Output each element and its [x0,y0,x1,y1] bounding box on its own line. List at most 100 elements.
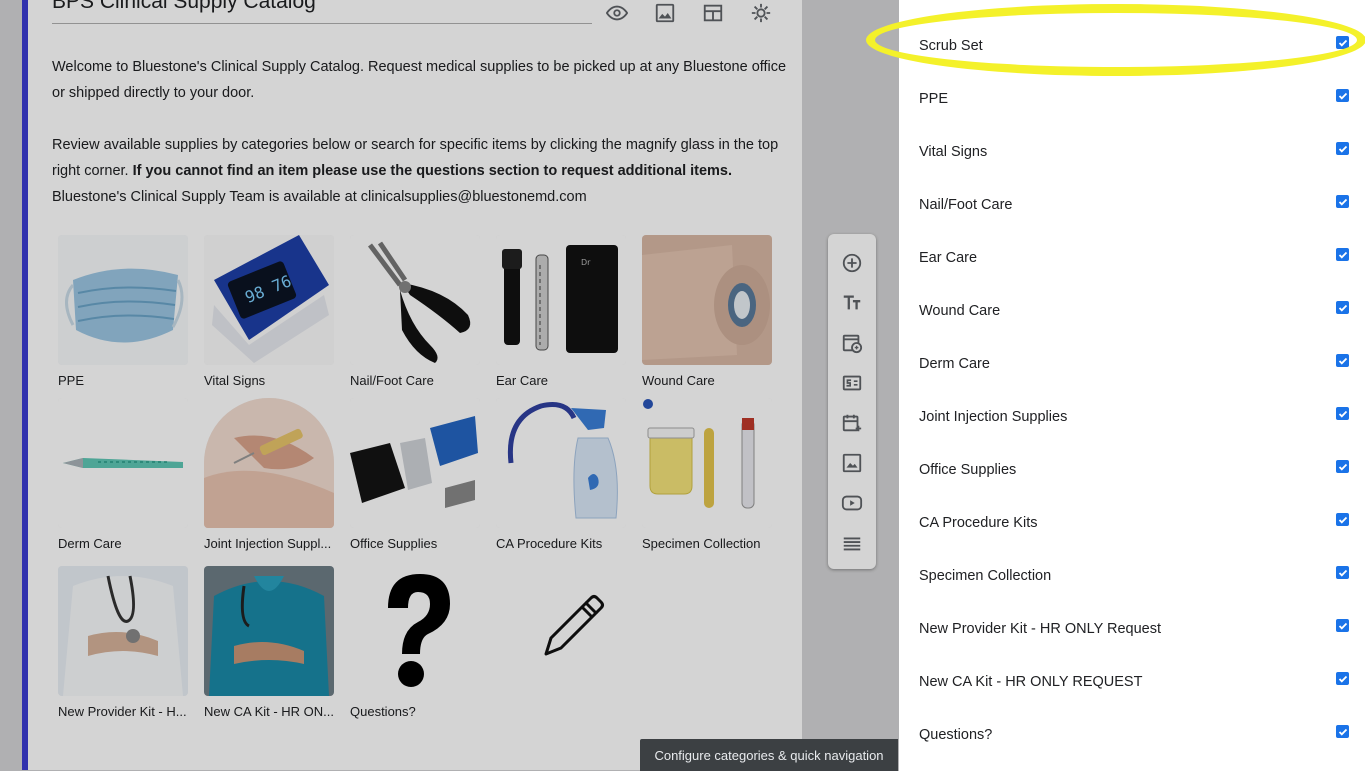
otoscope-image: Dr [496,235,626,365]
add-date-icon[interactable] [840,411,864,435]
category-tile[interactable] [496,566,626,696]
category-label: New CA Kit - HR ON... [204,704,335,719]
category-label: Questions? [350,704,416,719]
nurse-image [204,566,334,696]
category-checkbox[interactable] [1336,619,1349,632]
category-name: Joint Injection Supplies [919,408,1068,425]
category-row[interactable]: Joint Injection Supplies [899,390,1365,443]
add-video-icon[interactable] [840,491,864,515]
category-checkbox[interactable] [1336,566,1349,579]
form-header-card: BPS Clinical Supply Catalog Welcome to B… [22,0,802,770]
category-tile[interactable]: Derm Care [58,398,188,551]
category-row[interactable]: New CA Kit - HR ONLY REQUEST [899,655,1365,708]
add-question-icon[interactable] [840,251,864,275]
specimen-cup-image [642,398,772,528]
category-checkbox[interactable] [1336,36,1349,49]
spray-bottle-image [496,398,626,528]
category-label: PPE [58,373,85,388]
category-row[interactable]: Derm Care [899,337,1365,390]
category-checkbox[interactable] [1336,301,1349,314]
category-tile[interactable]: Specimen Collection [642,398,772,551]
category-tile[interactable]: New CA Kit - HR ON... [204,566,334,719]
category-label: Wound Care [642,373,715,388]
category-checkbox[interactable] [1336,407,1349,420]
injection-image [204,398,334,528]
category-row[interactable]: PPE [899,72,1365,125]
category-row[interactable]: Scrub Set [899,19,1365,72]
face-mask-image [58,235,188,365]
category-row[interactable]: Vital Signs [899,125,1365,178]
category-tile[interactable]: Questions? [350,566,480,719]
category-name: Questions? [919,726,993,743]
category-tile[interactable]: Nail/Foot Care [350,235,480,388]
category-checkbox[interactable] [1336,672,1349,685]
category-label: Specimen Collection [642,536,761,551]
category-tile[interactable]: Joint Injection Suppl... [204,398,334,551]
form-title[interactable]: BPS Clinical Supply Catalog [52,0,592,24]
header-icon-bar [605,2,772,24]
category-label: Joint Injection Suppl... [204,536,332,551]
category-tile[interactable]: Office Supplies [350,398,480,551]
category-tile[interactable]: Wound Care [642,235,772,388]
category-row[interactable]: Wound Care [899,284,1365,337]
svg-text:Dr: Dr [581,258,591,267]
floating-toolbar [828,234,876,569]
category-checkbox[interactable] [1336,142,1349,155]
pencil-edit-icon[interactable] [496,566,626,696]
category-name: Scrub Set [919,37,983,54]
eye-icon[interactable] [605,2,629,24]
category-row[interactable]: New Provider Kit - HR ONLY Request [899,602,1365,655]
bandage-roll-image [642,235,772,365]
category-checkbox[interactable] [1336,725,1349,738]
category-tile[interactable]: PPE [58,235,188,388]
doctor-image [58,566,188,696]
category-row[interactable]: Questions? [899,708,1365,761]
category-name: Wound Care [919,302,1001,319]
category-tile[interactable]: CA Procedure Kits [496,398,626,551]
category-tile[interactable]: 98 76 Vital Signs [204,235,334,388]
category-checkbox[interactable] [1336,460,1349,473]
category-name: Office Supplies [919,461,1017,478]
category-name: CA Procedure Kits [919,514,1038,531]
image-icon[interactable] [654,2,676,24]
category-tile[interactable]: New Provider Kit - H... [58,566,188,719]
category-label: Office Supplies [350,536,438,551]
category-name: Vital Signs [919,143,988,160]
form-description: Welcome to Bluestone's Clinical Supply C… [52,54,792,210]
category-row[interactable]: Ear Care [899,231,1365,284]
category-checkbox[interactable] [1336,354,1349,367]
layout-icon[interactable] [702,2,724,24]
category-row[interactable]: Specimen Collection [899,549,1365,602]
category-name: PPE [919,90,949,107]
app-window: BPS Clinical Supply Catalog Welcome to B… [0,0,1365,771]
text-title-icon[interactable] [840,291,864,315]
category-checkbox[interactable] [1336,89,1349,102]
category-row[interactable]: Office Supplies [899,443,1365,496]
stapler-image [350,398,480,528]
description-intro: Welcome to Bluestone's Clinical Supply C… [52,59,787,101]
category-label: Derm Care [58,536,122,551]
category-checkbox[interactable] [1336,513,1349,526]
add-section-icon[interactable] [840,531,864,555]
category-name: New Provider Kit - HR ONLY Request [919,620,1162,637]
import-questions-icon[interactable] [840,331,864,355]
category-checkbox[interactable] [1336,248,1349,261]
category-name: Specimen Collection [919,567,1052,584]
description-contact: Bluestone's Clinical Supply Team is avai… [52,189,587,205]
category-label: New Provider Kit - H... [58,704,187,719]
category-label: Nail/Foot Care [350,373,434,388]
category-config-panel: Scrub Set PPE Vital Signs Nail/Foot Care… [899,0,1365,771]
add-image-icon[interactable] [840,451,864,475]
category-label: Ear Care [496,373,549,388]
section-icon[interactable] [840,371,864,395]
category-name: New CA Kit - HR ONLY REQUEST [919,673,1143,690]
category-name: Ear Care [919,249,978,266]
description-instructions-bold: If you cannot find an item please use th… [132,163,733,179]
configure-categories-tooltip: Configure categories & quick navigation [640,739,898,771]
category-row[interactable]: CA Procedure Kits [899,496,1365,549]
category-checkbox[interactable] [1336,195,1349,208]
category-row[interactable]: Nail/Foot Care [899,178,1365,231]
category-tile[interactable]: Dr Ear Care [496,235,626,388]
gear-icon[interactable] [750,2,772,24]
nail-clipper-image [350,235,480,365]
